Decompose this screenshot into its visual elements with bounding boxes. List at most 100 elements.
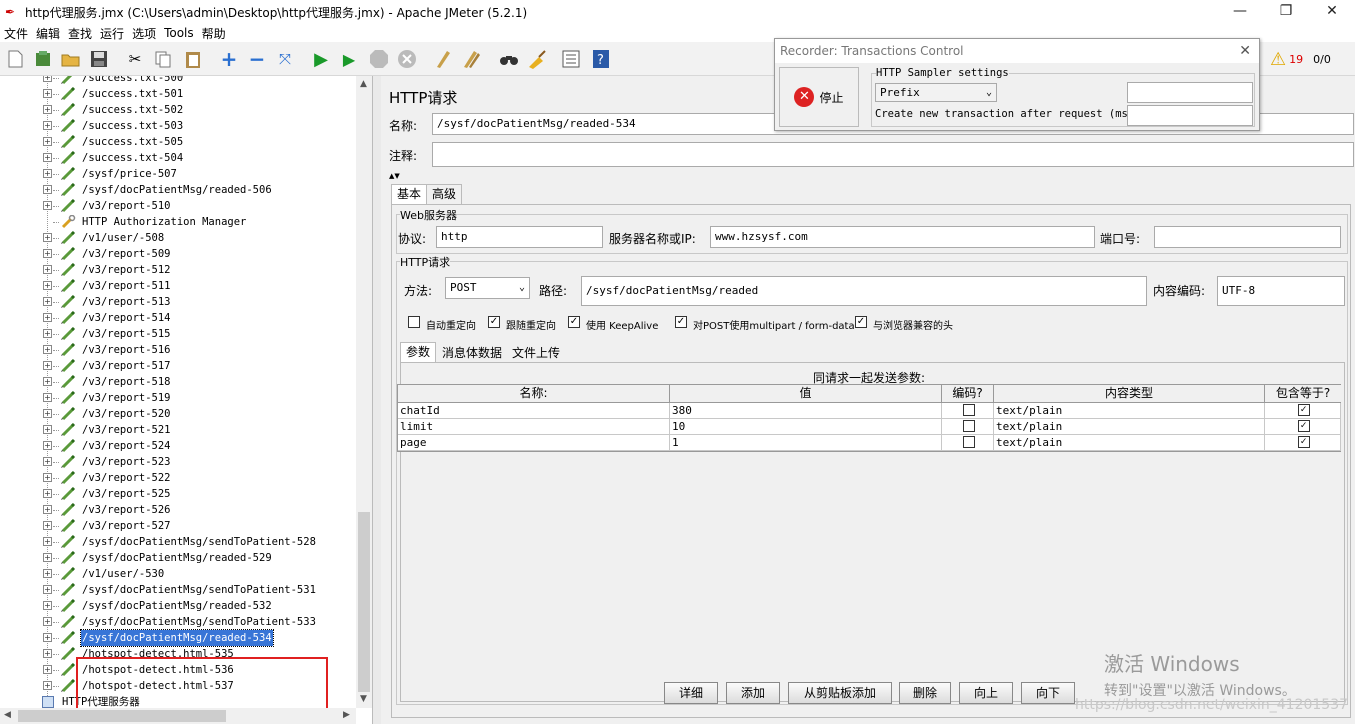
checkbox[interactable] [962,436,975,448]
expand-node-icon[interactable]: + [43,425,52,434]
tree-item-sampler[interactable]: + /success.txt-505 [0,134,355,150]
expand-node-icon[interactable]: + [43,185,52,194]
path-field[interactable]: /sysf/docPatientMsg/readed [581,276,1147,306]
expand-node-icon[interactable]: + [43,153,52,162]
expand-node-icon[interactable]: + [43,313,52,322]
tree-item-sampler[interactable]: + /v3/report-524 [0,438,355,454]
tree-item-sampler[interactable]: + /v3/report-521 [0,422,355,438]
expand-node-icon[interactable]: + [43,681,52,690]
option-checkbox[interactable]: ✓ [855,316,867,328]
tree-item-auth-manager[interactable]: HTTP Authorization Manager [0,214,355,230]
content-type-cell[interactable]: text/plain [994,403,1265,419]
delete-button[interactable]: 删除 [899,682,951,704]
checkbox[interactable]: ✓ [1297,404,1310,416]
reset-search-broom-icon[interactable] [526,48,548,70]
expand-node-icon[interactable]: + [43,137,52,146]
option-checkbox[interactable]: ✓ [488,316,500,328]
tab-advanced[interactable]: 高级 [426,184,463,204]
checkbox[interactable]: ✓ [1297,420,1310,432]
tree-item-sampler[interactable]: + /v1/user/-508 [0,230,355,246]
expand-node-icon[interactable]: + [43,297,52,306]
tree-item-sampler[interactable]: + /sysf/docPatientMsg/sendToPatient-533 [0,614,355,630]
column-header[interactable]: 名称: [398,385,670,403]
expand-node-icon[interactable]: + [43,489,52,498]
add-from-clipboard-button[interactable]: 从剪贴板添加 [788,682,892,704]
tree-item-sampler[interactable]: + /v3/report-512 [0,262,355,278]
clear-all-icon[interactable] [460,48,482,70]
menu-options[interactable]: 选项 [128,25,160,42]
option-checkbox[interactable]: ✓ [675,316,687,328]
shutdown-icon[interactable] [396,48,418,70]
tree-item-sampler[interactable]: + /v3/report-519 [0,390,355,406]
tree-item-sampler[interactable]: + /v1/user/-530 [0,566,355,582]
tree-item-sampler[interactable]: + /v3/report-516 [0,342,355,358]
details-button[interactable]: 详细 [664,682,718,704]
expand-node-icon[interactable]: + [43,233,52,242]
close-button[interactable]: ✕ [1309,0,1355,24]
expand-node-icon[interactable]: + [43,345,52,354]
tree-item-sampler[interactable]: + /v3/report-515 [0,326,355,342]
expand-node-icon[interactable]: + [43,393,52,402]
tree-item-sampler[interactable]: + /v3/report-510 [0,198,355,214]
templates-icon[interactable] [32,48,54,70]
column-header[interactable]: 包含等于? [1265,385,1341,403]
prefix-field[interactable] [1127,82,1253,103]
expand-node-icon[interactable]: + [43,76,52,82]
expand-node-icon[interactable]: + [43,377,52,386]
expand-node-icon[interactable]: + [43,441,52,450]
tree-item-sampler[interactable]: + /sysf/docPatientMsg/readed-529 [0,550,355,566]
menu-edit[interactable]: 编辑 [32,25,64,42]
expand-node-icon[interactable]: + [43,329,52,338]
column-header[interactable]: 内容类型 [994,385,1265,403]
tree-item-sampler[interactable]: + /success.txt-503 [0,118,355,134]
expand-node-icon[interactable]: + [43,617,52,626]
option-checkbox[interactable] [408,316,420,328]
encode-checkbox[interactable] [942,435,994,451]
expand-node-icon[interactable]: + [43,105,52,114]
expand-node-icon[interactable]: + [43,665,52,674]
option-checkbox[interactable]: ✓ [568,316,580,328]
expand-node-icon[interactable]: + [43,553,52,562]
save-icon[interactable] [88,48,110,70]
include-equals-checkbox[interactable]: ✓ [1265,403,1341,419]
expand-node-icon[interactable]: + [43,633,52,642]
tree-item-sampler[interactable]: + /v3/report-522 [0,470,355,486]
tree-item-sampler[interactable]: + /success.txt-504 [0,150,355,166]
expand-node-icon[interactable]: + [43,457,52,466]
expand-node-icon[interactable]: + [43,473,52,482]
cut-icon[interactable]: ✂ [124,48,146,70]
include-equals-checkbox[interactable]: ✓ [1265,419,1341,435]
tree-item-sampler[interactable]: + /v3/report-520 [0,406,355,422]
expand-node-icon[interactable]: + [43,361,52,370]
search-binoculars-icon[interactable] [498,48,520,70]
scroll-up-icon[interactable]: ▲ [360,79,367,89]
start-no-pauses-icon[interactable]: ▶ [338,48,360,70]
collapse-arrows-icon[interactable]: ▲▼ [389,172,400,180]
encode-checkbox[interactable] [942,419,994,435]
function-helper-icon[interactable] [560,48,582,70]
checkbox[interactable]: ✓ [1297,436,1310,448]
expand-node-icon[interactable]: + [43,537,52,546]
tree-vertical-scrollbar[interactable]: ▲ ▼ [356,76,372,708]
tree-item-sampler[interactable]: + /success.txt-501 [0,86,355,102]
prefix-select[interactable]: Prefix ⌄ [875,83,997,102]
new-file-icon[interactable] [4,48,26,70]
scroll-thumb[interactable] [358,512,370,692]
port-field[interactable] [1154,226,1341,248]
subtab-parameters[interactable]: 参数 [400,342,437,362]
menu-search[interactable]: 查找 [64,25,96,42]
expand-node-icon[interactable]: + [43,281,52,290]
open-folder-icon[interactable] [60,48,82,70]
encoding-field[interactable]: UTF-8 [1217,276,1345,306]
tree-item-sampler[interactable]: + /v3/report-509 [0,246,355,262]
comment-field[interactable] [432,142,1354,167]
checkbox[interactable] [962,420,975,432]
recorder-close-icon[interactable]: ✕ [1239,39,1251,63]
menu-run[interactable]: 运行 [96,25,128,42]
tree-item-sampler[interactable]: + /success.txt-500 [0,76,355,86]
expand-node-icon[interactable]: + [43,169,52,178]
tree-item-sampler[interactable]: + /sysf/docPatientMsg/sendToPatient-531 [0,582,355,598]
move-down-button[interactable]: 向下 [1021,682,1075,704]
tree-item-sampler[interactable]: + /v3/report-513 [0,294,355,310]
tree-horizontal-scrollbar[interactable]: ◀ ▶ [0,708,356,724]
